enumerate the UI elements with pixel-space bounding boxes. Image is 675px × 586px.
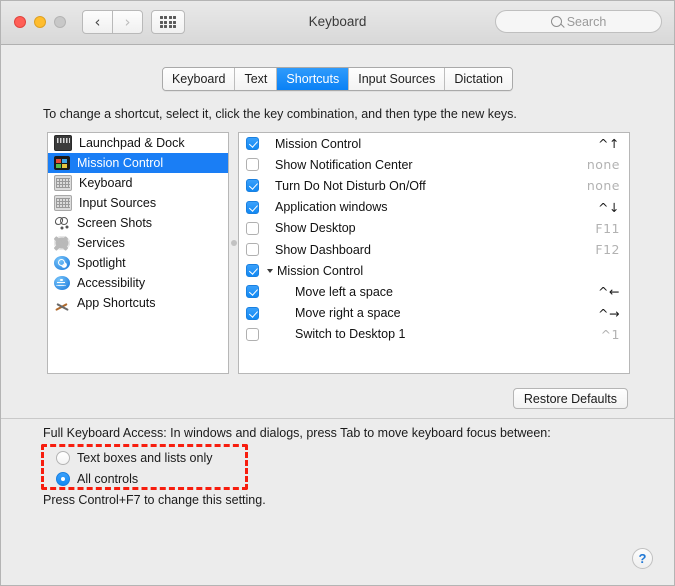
sidebar-item-label: Launchpad & Dock — [79, 136, 185, 150]
sidebar-item-accessibility[interactable]: Accessibility — [48, 273, 228, 293]
shortcut-key[interactable]: ^← — [598, 284, 620, 299]
shortcut-label: Switch to Desktop 1 — [295, 327, 406, 342]
shortcut-key[interactable]: F12 — [595, 242, 620, 257]
shortcut-key[interactable]: ^↓ — [598, 200, 620, 215]
shortcut-key[interactable]: ^→ — [598, 306, 620, 321]
radio-button[interactable] — [56, 471, 70, 486]
shortcut-list[interactable]: Mission Control ^↑ Show Notification Cen… — [238, 132, 630, 374]
shortcut-category-list[interactable]: Launchpad & Dock Mission Control Keyboar… — [47, 132, 229, 374]
shortcut-checkbox[interactable] — [246, 158, 259, 172]
tab-input-sources[interactable]: Input Sources — [349, 68, 446, 90]
full-keyboard-access-hint: Press Control+F7 to change this setting. — [43, 493, 266, 507]
table-row[interactable]: Show Notification Center none — [239, 154, 629, 175]
sidebar-item-keyboard[interactable]: Keyboard — [48, 173, 228, 193]
radio-label: All controls — [77, 471, 139, 486]
radio-button[interactable] — [56, 450, 70, 465]
shortcut-checkbox[interactable] — [246, 285, 259, 299]
table-row[interactable]: Move left a space ^← — [239, 281, 629, 302]
radio-option-all-controls[interactable]: All controls — [56, 468, 213, 489]
input-sources-icon — [54, 195, 72, 211]
sidebar-item-label: Mission Control — [77, 156, 164, 170]
tab-shortcuts[interactable]: Shortcuts — [277, 68, 350, 90]
radio-option-text-boxes-and-lists[interactable]: Text boxes and lists only — [56, 447, 213, 468]
title-bar: ‹ › Keyboard Search — [1, 1, 674, 45]
chevron-down-icon[interactable] — [267, 268, 273, 273]
sidebar-item-label: Accessibility — [77, 276, 146, 290]
shortcut-checkbox[interactable] — [246, 221, 259, 235]
screenshot-icon — [54, 216, 70, 230]
tab-bar-wrapper: Keyboard Text Shortcuts Input Sources Di… — [1, 67, 674, 91]
shortcut-label: Move left a space — [295, 284, 393, 299]
sidebar-item-mission-control[interactable]: Mission Control — [48, 153, 228, 173]
sidebar-item-launchpad-dock[interactable]: Launchpad & Dock — [48, 133, 228, 153]
shortcut-label: Move right a space — [295, 306, 401, 321]
shortcut-key[interactable]: ^1 — [601, 327, 620, 342]
shortcut-label: Show Dashboard — [275, 242, 371, 257]
table-row[interactable]: Application windows ^↓ — [239, 197, 629, 218]
shortcut-label: Show Desktop — [275, 221, 356, 236]
shortcut-key[interactable]: ^↑ — [598, 136, 620, 151]
shortcut-key[interactable]: none — [587, 178, 620, 193]
services-gear-icon — [54, 236, 70, 250]
table-row[interactable]: Show Dashboard F12 — [239, 239, 629, 260]
sidebar-item-label: Input Sources — [79, 196, 157, 210]
sidebar-item-label: App Shortcuts — [77, 296, 156, 310]
table-row[interactable]: Move right a space ^→ — [239, 303, 629, 324]
shortcut-checkbox[interactable] — [246, 327, 259, 341]
sidebar-item-app-shortcuts[interactable]: App Shortcuts — [48, 293, 228, 313]
pane-resize-handle[interactable] — [231, 240, 237, 246]
sidebar-item-input-sources[interactable]: Input Sources — [48, 193, 228, 213]
keyboard-icon — [54, 175, 72, 191]
table-row[interactable]: Switch to Desktop 1 ^1 — [239, 324, 629, 345]
shortcut-checkbox[interactable] — [246, 179, 259, 193]
help-button[interactable]: ? — [632, 548, 653, 569]
shortcut-label: Turn Do Not Disturb On/Off — [275, 178, 426, 193]
sidebar-item-spotlight[interactable]: Spotlight — [48, 253, 228, 273]
tab-keyboard[interactable]: Keyboard — [162, 68, 236, 90]
sidebar-item-label: Keyboard — [79, 176, 133, 190]
shortcut-checkbox[interactable] — [246, 200, 259, 214]
shortcut-checkbox[interactable] — [246, 264, 259, 278]
table-row[interactable]: Mission Control ^↑ — [239, 133, 629, 154]
shortcut-label: Mission Control — [275, 136, 362, 151]
shortcut-label: Show Notification Center — [275, 157, 413, 172]
shortcut-checkbox[interactable] — [246, 137, 259, 151]
shortcut-group-label: Mission Control — [267, 263, 620, 278]
shortcut-checkbox[interactable] — [246, 243, 259, 257]
sidebar-item-label: Spotlight — [77, 256, 126, 270]
shortcut-key[interactable]: none — [587, 157, 620, 172]
instruction-text: To change a shortcut, select it, click t… — [43, 107, 517, 121]
mission-control-icon — [54, 156, 70, 170]
tab-dictation[interactable]: Dictation — [445, 68, 513, 90]
shortcuts-panes: Launchpad & Dock Mission Control Keyboar… — [47, 132, 630, 374]
launchpad-dock-icon — [54, 135, 72, 151]
tab-text[interactable]: Text — [235, 68, 278, 90]
sidebar-item-services[interactable]: Services — [48, 233, 228, 253]
restore-defaults-button[interactable]: Restore Defaults — [512, 388, 628, 409]
table-row[interactable]: Turn Do Not Disturb On/Off none — [239, 175, 629, 196]
sidebar-item-label: Screen Shots — [77, 216, 153, 230]
table-row[interactable]: Show Desktop F11 — [239, 218, 629, 239]
accessibility-icon — [54, 276, 70, 290]
tab-bar: Keyboard Text Shortcuts Input Sources Di… — [161, 67, 514, 91]
sidebar-item-screen-shots[interactable]: Screen Shots — [48, 213, 228, 233]
shortcut-checkbox[interactable] — [246, 306, 259, 320]
search-placeholder: Search — [566, 14, 607, 29]
full-keyboard-access-label: Full Keyboard Access: In windows and dia… — [43, 426, 551, 440]
table-row-group[interactable]: Mission Control — [239, 260, 629, 281]
shortcut-label: Application windows — [275, 200, 388, 215]
app-shortcuts-icon — [54, 296, 70, 310]
search-icon — [550, 16, 562, 27]
search-input[interactable]: Search — [495, 10, 662, 33]
sidebar-item-label: Services — [77, 236, 125, 250]
spotlight-icon — [54, 256, 70, 270]
shortcut-key[interactable]: F11 — [595, 221, 620, 236]
radio-label: Text boxes and lists only — [77, 450, 213, 465]
shortcut-group-text: Mission Control — [277, 263, 364, 278]
full-keyboard-access-radio-group: Text boxes and lists only All controls — [56, 447, 213, 489]
keyboard-preferences-window: ‹ › Keyboard Search Keyboard Text Shortc… — [0, 0, 675, 586]
section-divider — [1, 418, 674, 419]
